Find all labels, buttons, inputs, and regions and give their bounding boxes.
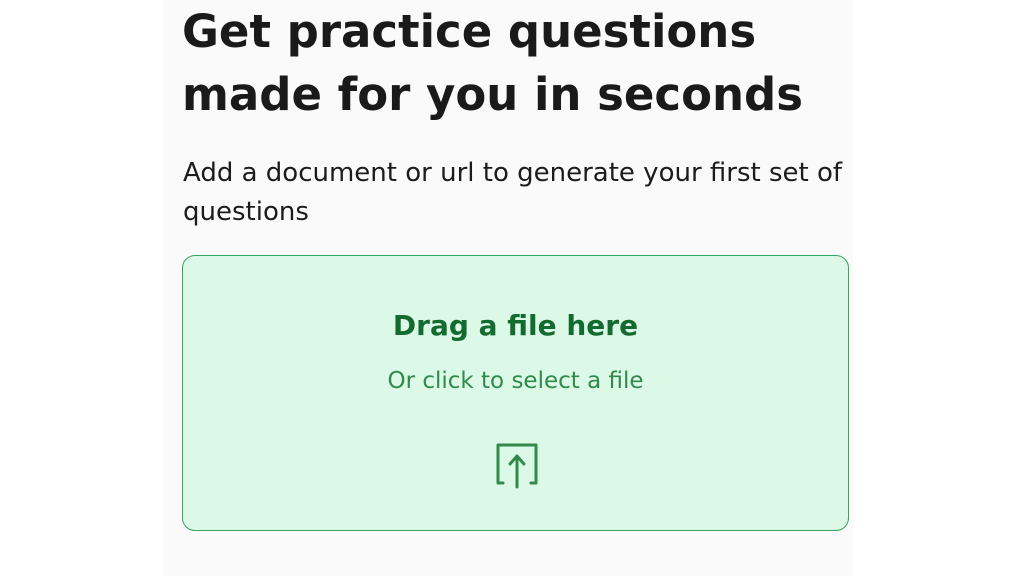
page: Get practice questions made for you in s… (0, 0, 1024, 576)
file-dropzone[interactable]: Drag a file here Or click to select a fi… (182, 255, 849, 531)
upload-icon[interactable] (494, 437, 540, 493)
page-title: Get practice questions made for you in s… (182, 5, 804, 121)
select-file-link[interactable]: Or click to select a file (183, 365, 848, 397)
page-subtitle: Add a document or url to generate your f… (183, 158, 843, 227)
dropzone-title: Drag a file here (392, 309, 639, 342)
